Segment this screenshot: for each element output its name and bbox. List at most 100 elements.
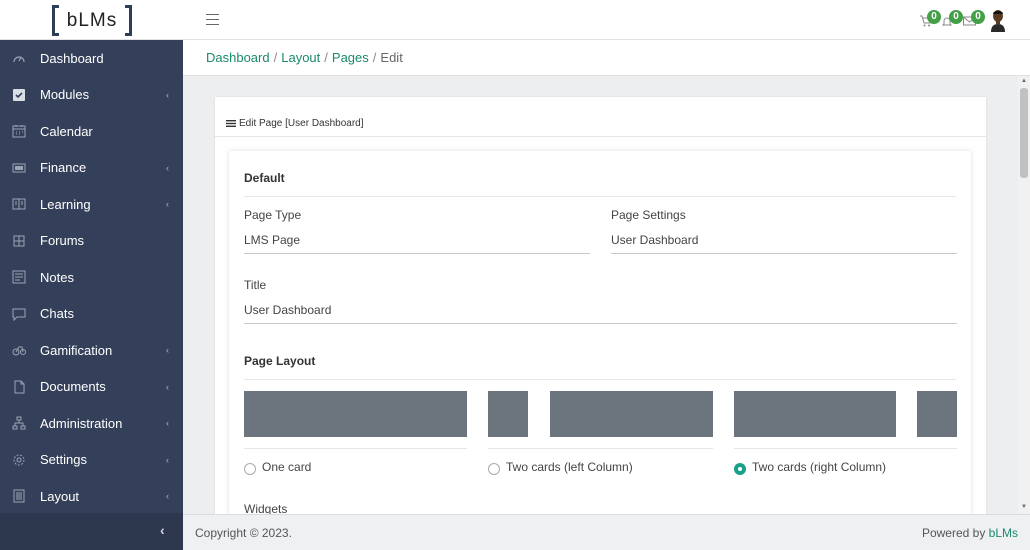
chevron-left-icon: ‹	[166, 381, 169, 392]
page-scrollbar[interactable]: ▲ ▼	[1018, 76, 1030, 514]
top-icons: 0 0 0	[918, 8, 1008, 32]
dashboard-icon	[13, 56, 25, 63]
radio-two-cards-right[interactable]: Two cards (right Column)	[734, 460, 887, 475]
radio-label: Two cards (right Column)	[752, 460, 887, 474]
divider	[244, 196, 956, 197]
chevron-left-icon: ‹	[166, 418, 169, 429]
messages-badge: 0	[971, 10, 985, 24]
administration-icon	[12, 416, 26, 430]
avatar[interactable]	[988, 8, 1008, 32]
sidebar-item-administration[interactable]: Administration ‹	[0, 405, 183, 442]
powered-by-text: Powered by	[921, 526, 989, 540]
radio-one-card[interactable]: One card	[244, 460, 311, 475]
page-settings-label: Page Settings	[611, 208, 686, 222]
calendar-icon	[12, 125, 26, 138]
title-field[interactable]: User Dashboard	[244, 303, 957, 324]
checkbox-icon	[13, 88, 25, 101]
sidebar-item-label: Settings	[40, 452, 87, 468]
footer: Copyright © 2023. Powered by bLMs	[183, 514, 1030, 550]
cart-badge: 0	[927, 10, 941, 24]
form-card: Default Page Type LMS Page Page Settings…	[229, 151, 971, 514]
messages-button[interactable]: 0	[963, 9, 985, 31]
notes-icon	[12, 270, 26, 284]
radio-circle-icon	[488, 463, 500, 475]
documents-icon	[14, 380, 25, 393]
edit-page-card: Edit Page [User Dashboard] Default Page …	[215, 97, 986, 514]
radio-circle-icon	[244, 463, 256, 475]
cart-button[interactable]: 0	[919, 9, 941, 31]
card-title: Edit Page [User Dashboard]	[239, 118, 364, 129]
layout-preview-left-column-small[interactable]	[488, 391, 528, 437]
sidebar-item-documents[interactable]: Documents ‹	[0, 369, 183, 406]
chevron-left-icon: ‹	[166, 454, 169, 465]
sidebar-item-label: Calendar	[40, 123, 93, 139]
learning-icon	[12, 198, 26, 210]
chevron-left-icon: ‹	[160, 522, 165, 538]
logo[interactable]: bLMs	[52, 4, 132, 37]
sidebar-item-modules[interactable]: Modules ‹	[0, 77, 183, 114]
divider	[244, 379, 956, 380]
sidebar-item-label: Administration	[40, 415, 123, 431]
sidebar-item-layout[interactable]: Layout ‹	[0, 478, 183, 515]
sidebar-item-learning[interactable]: Learning ‹	[0, 186, 183, 223]
powered-by-link[interactable]: bLMs	[989, 526, 1018, 540]
menu-toggle-icon[interactable]	[206, 14, 219, 25]
gamification-icon	[12, 346, 26, 356]
radio-selected-icon	[734, 463, 746, 475]
chevron-left-icon: ‹	[166, 491, 169, 502]
finance-icon	[12, 163, 26, 172]
list-icon	[226, 120, 236, 127]
layout-preview-one-card[interactable]	[244, 391, 467, 437]
radio-label: Two cards (left Column)	[506, 460, 633, 474]
chevron-left-icon: ‹	[166, 89, 169, 100]
sidebar-item-label: Layout	[40, 488, 80, 504]
copyright-text: Copyright © 2023.	[195, 526, 292, 540]
sidebar-item-finance[interactable]: Finance ‹	[0, 150, 183, 187]
breadcrumb-current: Edit	[380, 50, 403, 65]
page-settings-field[interactable]: User Dashboard	[611, 233, 957, 254]
scrollbar-thumb[interactable]	[1020, 88, 1028, 178]
sidebar-item-label: Modules	[40, 87, 90, 103]
sidebar-item-label: Learning	[40, 196, 91, 212]
breadcrumb-pages[interactable]: Pages	[332, 50, 369, 65]
sidebar-item-settings[interactable]: Settings ‹	[0, 442, 183, 479]
divider	[734, 448, 957, 449]
sidebar-collapse-button[interactable]: ‹	[0, 513, 183, 550]
chevron-left-icon: ‹	[166, 162, 169, 173]
breadcrumb-separator: /	[372, 50, 377, 65]
sidebar-item-label: Forums	[40, 233, 85, 249]
sidebar: Dashboard Modules ‹ Calendar Finance ‹ L…	[0, 40, 183, 550]
sidebar-item-label: Notes	[40, 269, 74, 285]
breadcrumb-dashboard[interactable]: Dashboard	[206, 50, 270, 65]
sidebar-item-label: Finance	[40, 160, 87, 176]
forums-icon	[13, 235, 25, 246]
sidebar-item-forums[interactable]: Forums	[0, 223, 183, 260]
layout-icon	[13, 489, 25, 503]
section-title-page-layout: Page Layout	[244, 354, 316, 368]
sidebar-item-gamification[interactable]: Gamification ‹	[0, 332, 183, 369]
sidebar-item-dashboard[interactable]: Dashboard	[0, 40, 183, 77]
sidebar-item-label: Gamification	[40, 342, 113, 358]
radio-two-cards-left[interactable]: Two cards (left Column)	[488, 460, 633, 475]
scroll-up-icon[interactable]: ▲	[1021, 78, 1027, 84]
sidebar-item-notes[interactable]: Notes	[0, 259, 183, 296]
layout-preview-left-column-large[interactable]	[550, 391, 713, 437]
page-type-field[interactable]: LMS Page	[244, 233, 590, 254]
sidebar-item-calendar[interactable]: Calendar	[0, 113, 183, 150]
divider	[488, 448, 713, 449]
sidebar-item-label: Documents	[40, 379, 106, 395]
layout-preview-right-column-small[interactable]	[917, 391, 957, 437]
breadcrumb-layout[interactable]: Layout	[281, 50, 320, 65]
layout-preview-right-column-large[interactable]	[734, 391, 896, 437]
gear-icon	[13, 454, 25, 465]
sidebar-item-chats[interactable]: Chats	[0, 296, 183, 333]
widgets-label: Widgets	[244, 502, 288, 514]
notifications-badge: 0	[949, 10, 963, 24]
chevron-left-icon: ‹	[166, 199, 169, 210]
page-type-label: Page Type	[244, 208, 302, 222]
logo-text: bLMs	[66, 9, 118, 31]
sidebar-item-label: Chats	[40, 306, 74, 322]
scroll-down-icon[interactable]: ▼	[1021, 504, 1027, 510]
breadcrumb: Dashboard / Layout / Pages / Edit	[183, 40, 1030, 76]
notifications-button[interactable]: 0	[941, 9, 963, 31]
